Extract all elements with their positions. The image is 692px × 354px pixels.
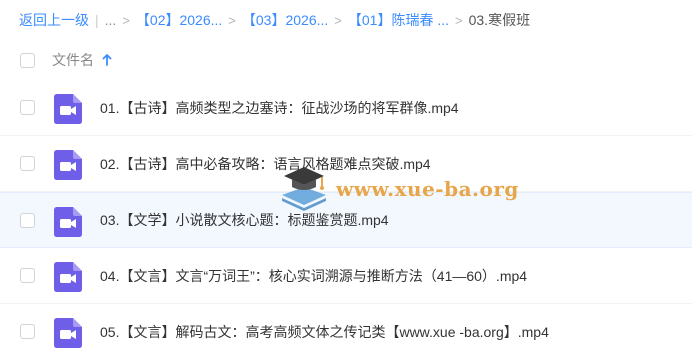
file-list-header: 文件名 <box>0 40 692 80</box>
video-file-icon <box>54 207 82 237</box>
file-row[interactable]: 03.【文学】小说散文核心题：标题鉴赏题.mp4 <box>0 192 692 248</box>
column-label: 文件名 <box>52 52 94 68</box>
breadcrumb-item[interactable]: 【01】陈瑞春 ... <box>348 10 449 30</box>
breadcrumb-item[interactable]: 【03】2026... <box>242 10 328 30</box>
row-checkbox[interactable] <box>20 268 35 283</box>
breadcrumb-current: 03.寒假班 <box>468 12 531 28</box>
chevron-right-icon: > <box>455 12 463 28</box>
filename-column-header[interactable]: 文件名 <box>52 50 112 70</box>
video-file-icon <box>54 318 82 348</box>
row-checkbox[interactable] <box>20 156 35 171</box>
back-link[interactable]: 返回上一级 <box>19 10 89 30</box>
file-name[interactable]: 05.【文言】解码古文：高考高频文体之传记类【www.xue -ba.org】.… <box>100 322 549 342</box>
sort-ascending-icon[interactable] <box>102 54 112 66</box>
file-row[interactable]: 05.【文言】解码古文：高考高频文体之传记类【www.xue -ba.org】.… <box>0 304 692 354</box>
row-checkbox[interactable] <box>20 213 35 228</box>
video-file-icon <box>54 150 82 180</box>
chevron-right-icon: > <box>228 12 236 28</box>
file-row[interactable]: 01.【古诗】高频类型之边塞诗：征战沙场的将军群像.mp4 <box>0 80 692 136</box>
row-checkbox[interactable] <box>20 100 35 115</box>
chevron-right-icon: > <box>122 12 130 28</box>
file-name[interactable]: 03.【文学】小说散文核心题：标题鉴赏题.mp4 <box>100 210 389 230</box>
breadcrumb: 返回上一级 | ... > 【02】2026... > 【03】2026... … <box>0 0 692 40</box>
select-all-checkbox[interactable] <box>20 52 35 68</box>
file-row[interactable]: 02.【古诗】高中必备攻略：语言风格题难点突破.mp4 <box>0 136 692 192</box>
breadcrumb-item[interactable]: 【02】2026... <box>136 10 222 30</box>
file-name[interactable]: 01.【古诗】高频类型之边塞诗：征战沙场的将军群像.mp4 <box>100 98 459 118</box>
file-name[interactable]: 02.【古诗】高中必备攻略：语言风格题难点突破.mp4 <box>100 154 431 174</box>
chevron-right-icon: > <box>334 12 342 28</box>
breadcrumb-separator: | <box>95 12 99 28</box>
row-checkbox[interactable] <box>20 324 35 339</box>
file-row[interactable]: 04.【文言】文言“万词王”：核心实词溯源与推断方法（41—60）.mp4 <box>0 248 692 304</box>
breadcrumb-ellipsis[interactable]: ... <box>105 12 117 28</box>
file-name[interactable]: 04.【文言】文言“万词王”：核心实词溯源与推断方法（41—60）.mp4 <box>100 266 527 286</box>
video-file-icon <box>54 262 82 292</box>
video-file-icon <box>54 94 82 124</box>
